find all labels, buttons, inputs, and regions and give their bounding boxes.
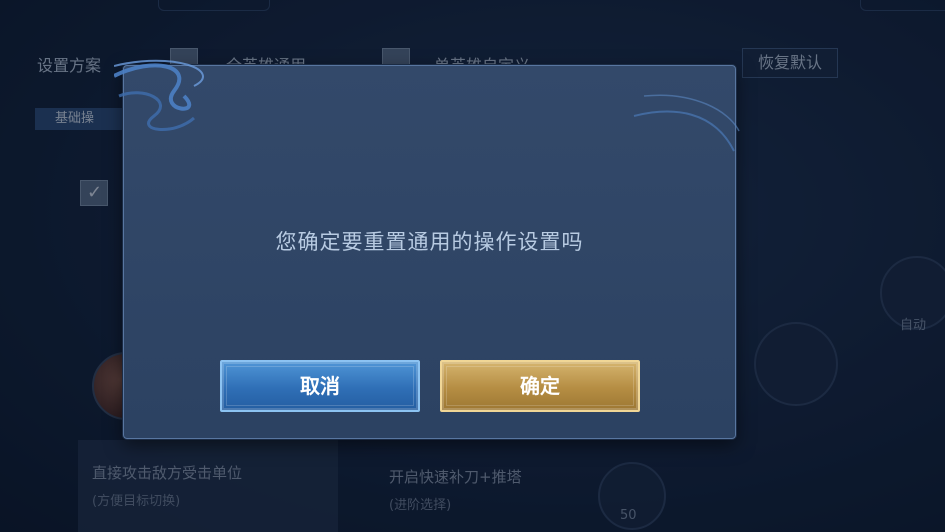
- reset-confirm-message: 您确定要重置通用的操作设置吗: [275, 230, 584, 254]
- confirm-button[interactable]: 确定: [440, 360, 640, 412]
- button-frame: [226, 366, 414, 406]
- button-frame: [446, 366, 634, 406]
- cancel-button[interactable]: 取消: [220, 360, 420, 412]
- reset-confirm-dialog: 您确定要重置通用的操作设置吗 取消 确定: [114, 59, 740, 439]
- cloud-ornament-icon: [114, 59, 740, 152]
